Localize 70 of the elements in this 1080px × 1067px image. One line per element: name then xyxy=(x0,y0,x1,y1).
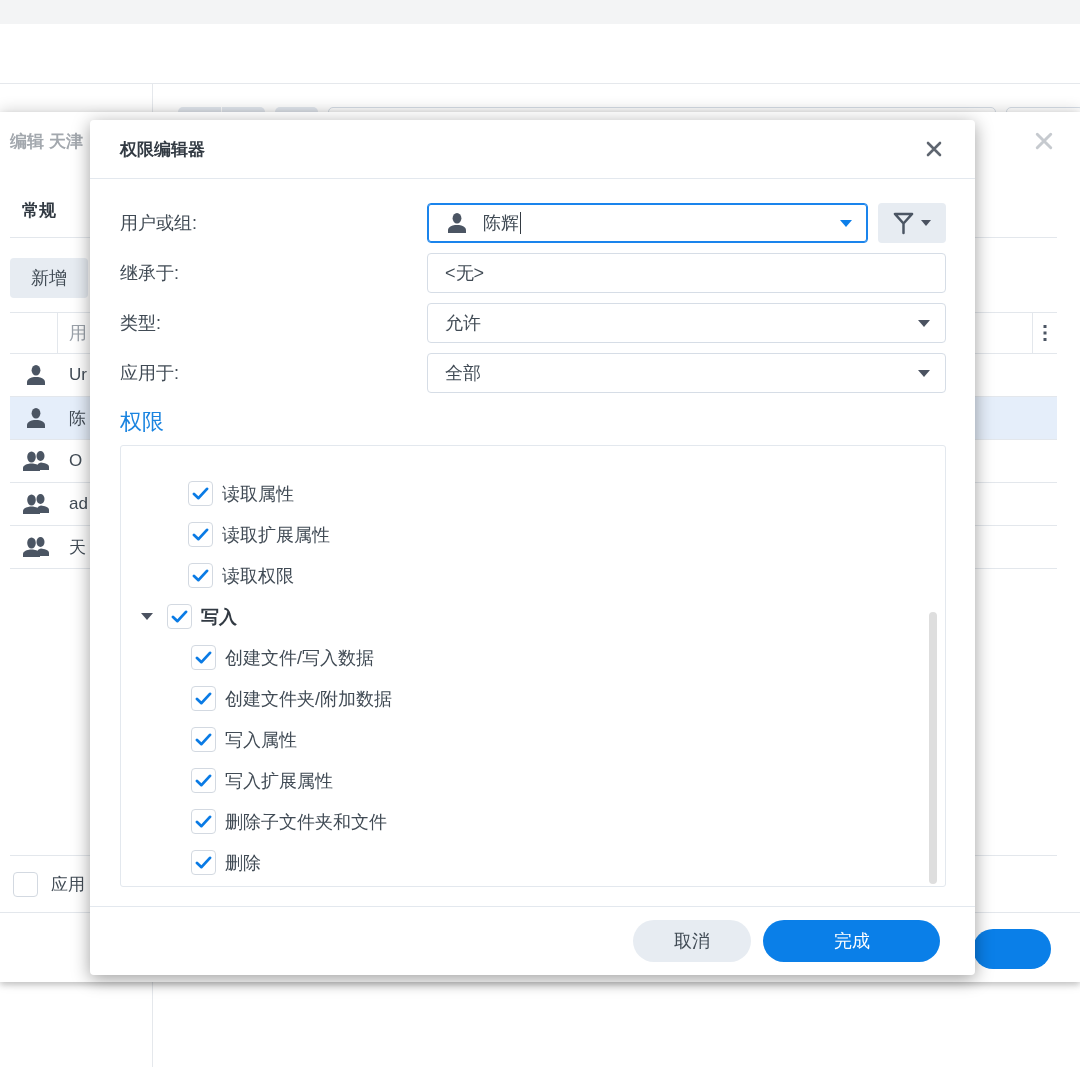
cancel-button[interactable]: 取消 xyxy=(633,920,751,962)
field-label: 继承于: xyxy=(120,262,180,285)
text-cursor xyxy=(520,212,521,234)
permission-label: 删除 xyxy=(225,851,261,875)
permission-label: 读取属性 xyxy=(222,482,294,506)
checkmark-icon xyxy=(195,651,212,664)
dialog-title: 权限编辑器 xyxy=(120,138,205,161)
checkbox[interactable] xyxy=(191,645,216,670)
field-label: 类型: xyxy=(120,312,162,335)
scrollbar-thumb[interactable] xyxy=(929,612,937,884)
table-cell-text: 陈 xyxy=(68,407,86,430)
table-cell-text: ad xyxy=(68,494,88,514)
add-button[interactable]: 新增 xyxy=(10,258,88,298)
permission-label: 创建文件/写入数据 xyxy=(225,646,374,670)
done-button[interactable]: 完成 xyxy=(763,920,940,962)
window-title: 编辑 天津 xyxy=(10,130,83,153)
checkbox[interactable] xyxy=(191,686,216,711)
group-icon xyxy=(23,494,49,514)
table-cell-text: 天 xyxy=(68,536,86,559)
checkmark-icon xyxy=(192,487,209,500)
permission-label: 写入属性 xyxy=(225,728,297,752)
checkbox[interactable] xyxy=(191,809,216,834)
caret-icon[interactable] xyxy=(918,319,930,327)
permission-label: 读取扩展属性 xyxy=(222,523,330,547)
permission-label: 删除子文件夹和文件 xyxy=(225,810,387,834)
dropdown-field[interactable]: 全部 xyxy=(427,353,946,393)
filter-button[interactable] xyxy=(878,203,946,243)
checkbox[interactable] xyxy=(191,768,216,793)
caret-icon[interactable] xyxy=(918,369,930,377)
checkmark-icon xyxy=(195,815,212,828)
table-cell-text: Ur xyxy=(68,365,87,385)
user-icon xyxy=(26,365,46,385)
user-icon xyxy=(26,408,46,428)
funnel-icon xyxy=(893,211,914,235)
checkmark-icon xyxy=(192,569,209,582)
group-label: 写入 xyxy=(201,605,237,629)
checkbox[interactable] xyxy=(188,522,213,547)
user-icon xyxy=(447,213,467,233)
dropdown-field[interactable]: 允许 xyxy=(427,303,946,343)
permission-label: 读取权限 xyxy=(222,564,294,588)
section-title: 权限 xyxy=(120,408,165,436)
checkbox[interactable] xyxy=(191,850,216,875)
caret-icon[interactable] xyxy=(141,613,153,620)
checkmark-icon xyxy=(192,528,209,541)
caret-icon xyxy=(921,220,931,226)
checkbox-label: 应用 xyxy=(51,873,85,896)
caret-icon[interactable] xyxy=(840,219,852,227)
checkmark-icon xyxy=(171,610,188,623)
field-label: 用户或组: xyxy=(120,212,198,235)
user-select-field[interactable]: 陈辉 xyxy=(427,203,868,243)
text-field[interactable]: <无> xyxy=(427,253,946,293)
group-icon xyxy=(23,451,49,471)
primary-button[interactable] xyxy=(973,928,1051,969)
field-label: 应用于: xyxy=(120,362,180,385)
table-cell-text: O xyxy=(68,451,83,471)
checkmark-icon xyxy=(195,856,212,869)
checkmark-icon xyxy=(195,733,212,746)
tab[interactable]: 常规 xyxy=(10,199,68,237)
group-icon xyxy=(23,537,49,557)
checkbox[interactable] xyxy=(188,563,213,588)
checkbox[interactable] xyxy=(167,604,192,629)
checkmark-icon xyxy=(195,774,212,787)
checkmark-icon xyxy=(195,692,212,705)
permission-label: 写入扩展属性 xyxy=(225,769,333,793)
close-icon[interactable] xyxy=(926,141,942,157)
permission-label: 创建文件夹/附加数据 xyxy=(225,687,392,711)
checkbox[interactable] xyxy=(191,727,216,752)
checkbox[interactable] xyxy=(13,871,38,897)
checkbox[interactable] xyxy=(188,481,213,506)
vertical-dots-icon[interactable] xyxy=(1043,325,1047,341)
